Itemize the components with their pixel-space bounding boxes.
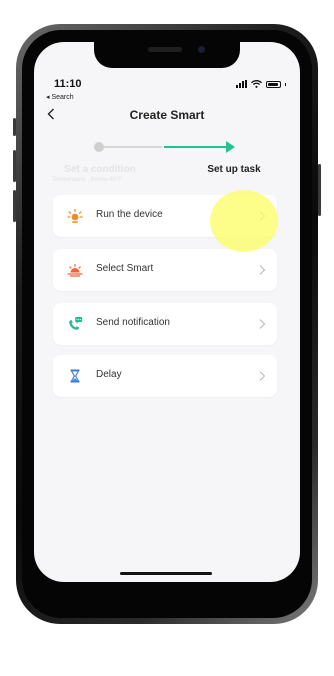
step1-subtitle: Temperature : Below-40°F [52,177,122,183]
task-send-notification[interactable]: Send notification [53,303,277,345]
phone-message-icon [69,317,83,330]
app-screen: 11:10 ◂ Search Create Smart Set a condit… [34,42,300,582]
task-label: Delay [96,369,122,380]
page-title: Create Smart [129,108,205,122]
task-label: Run the device [96,209,163,220]
sun-icon [67,208,83,223]
chevron-right-icon [259,265,266,275]
signal-icon [236,80,247,88]
back-to-search-link[interactable]: ◂ Search [46,93,74,101]
progress-stepper: Set a condition Temperature : Below-40°F… [34,140,300,183]
task-delay[interactable]: Delay [53,355,277,397]
step-arrow-icon [226,141,235,153]
mute-switch [13,118,16,136]
tap-highlight [210,190,278,252]
home-indicator[interactable] [120,572,212,575]
volume-down-button [13,190,16,222]
task-label: Send notification [96,317,170,328]
speaker [148,47,182,52]
volume-up-button [13,150,16,182]
front-camera [198,46,205,53]
hourglass-icon [70,369,80,383]
step2-label: Set up task [207,164,261,175]
battery-icon [266,80,281,88]
step1-label: Set a condition [64,164,136,175]
task-select-smart[interactable]: Select Smart [53,249,277,291]
status-time: 11:10 [54,78,82,90]
task-label: Select Smart [96,263,154,274]
step1-dot [94,142,104,152]
step-connector-active [164,146,228,148]
power-button [318,164,321,216]
chevron-right-icon [259,319,266,329]
sunrise-icon [67,263,83,277]
battery-cap [285,82,286,86]
wifi-icon [251,80,262,88]
step-connector [104,146,162,148]
status-indicators [236,80,286,88]
notch [94,42,240,68]
chevron-right-icon [259,371,266,381]
